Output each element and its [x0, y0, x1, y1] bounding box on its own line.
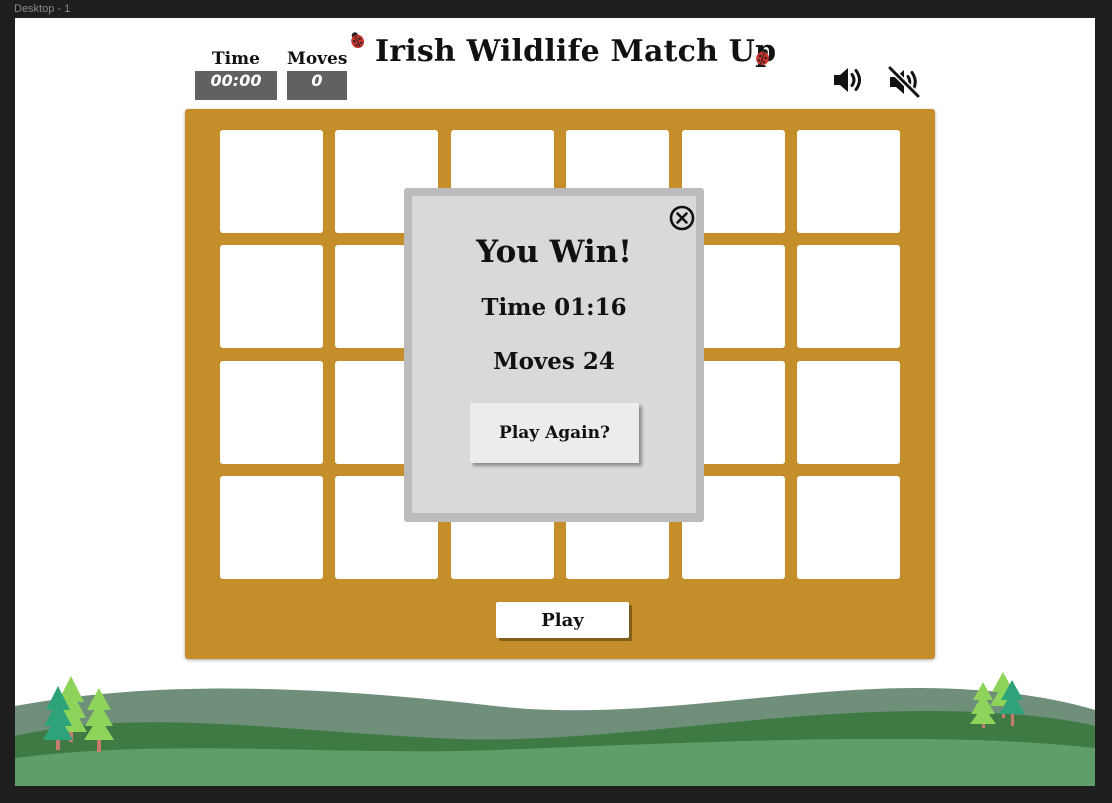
- speaker-muted-icon[interactable]: [886, 64, 922, 100]
- moves-display: Moves 0: [287, 49, 347, 100]
- memory-card[interactable]: [797, 476, 900, 579]
- landscape-illustration: [15, 672, 1095, 786]
- win-title: You Win!: [476, 234, 632, 270]
- memory-card[interactable]: [220, 476, 323, 579]
- time-label: Time: [212, 49, 260, 69]
- time-value: 00:00: [195, 71, 277, 100]
- frame-label: Desktop - 1: [14, 3, 71, 15]
- memory-card[interactable]: [797, 245, 900, 348]
- memory-card[interactable]: [797, 130, 900, 233]
- win-modal: You Win! Time 01:16 Moves 24 Play Again?: [404, 188, 704, 522]
- memory-card[interactable]: [797, 361, 900, 464]
- ladybug-icon: [756, 49, 769, 66]
- ladybug-icon: [351, 32, 365, 49]
- speaker-on-icon[interactable]: [832, 64, 866, 96]
- moves-value: 0: [287, 71, 347, 100]
- win-time: Time 01:16: [481, 294, 627, 321]
- memory-card[interactable]: [220, 361, 323, 464]
- close-icon[interactable]: [669, 205, 695, 231]
- game-canvas: Time 00:00 Moves 0 Irish Wildlife Match …: [15, 18, 1095, 786]
- moves-label: Moves: [287, 49, 348, 69]
- memory-card[interactable]: [220, 245, 323, 348]
- win-moves: Moves 24: [493, 348, 615, 375]
- memory-card[interactable]: [220, 130, 323, 233]
- play-again-button[interactable]: Play Again?: [470, 403, 639, 463]
- time-display: Time 00:00: [195, 49, 277, 100]
- page-title: Irish Wildlife Match Up: [375, 34, 777, 69]
- win-modal-panel: You Win! Time 01:16 Moves 24 Play Again?: [412, 196, 696, 513]
